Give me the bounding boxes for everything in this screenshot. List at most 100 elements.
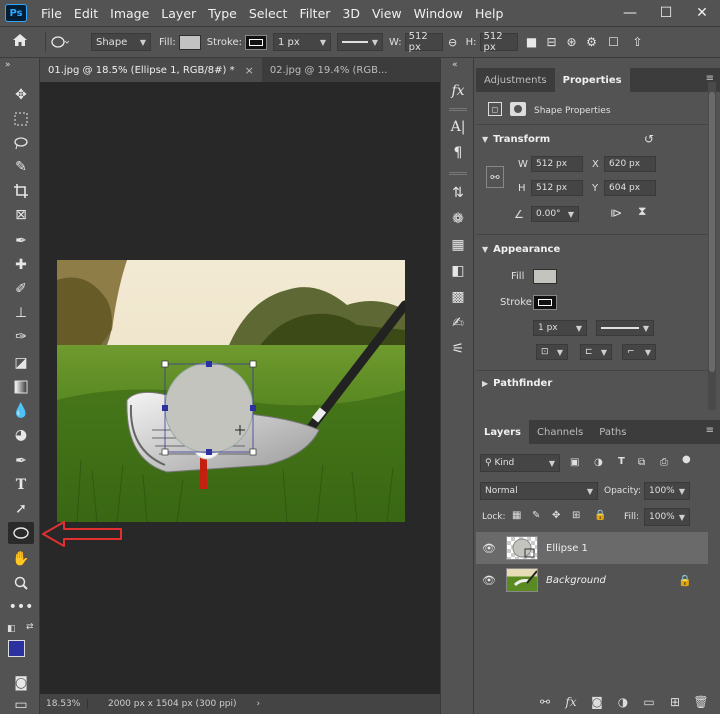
lock-transparent-icon[interactable]: ▦ [512,510,521,521]
zoom-tool-icon[interactable] [8,572,34,594]
flip-horizontal-icon[interactable]: ⧐ [610,206,622,220]
swap-colors-icon[interactable]: ⇄ [26,622,34,632]
appearance-stroke-width-dropdown[interactable]: 1 px ▼ [533,320,587,336]
quick-selection-tool-icon[interactable]: ✎ [8,156,34,178]
menu-view[interactable]: View [366,6,408,21]
lock-artboard-icon[interactable]: ⊞ [572,510,580,521]
screen-mode-icon[interactable]: ▭ [8,694,34,714]
add-mask-icon[interactable]: ◙ [584,695,610,709]
eyedropper-tool-icon[interactable]: ✒ [8,230,34,252]
crop-tool-icon[interactable] [8,180,34,202]
maximize-button[interactable]: ☐ [648,5,684,21]
healing-brush-tool-icon[interactable]: ✚ [8,254,34,276]
properties-scrollbar[interactable] [708,82,716,410]
menu-type[interactable]: Type [202,6,243,21]
tab-document-1[interactable]: 01.jpg @ 18.5% (Ellipse 1, RGB/8#) * × [40,58,262,82]
transform-y-field[interactable]: 604 px [604,180,656,196]
document-image[interactable] [57,260,405,522]
gradients-icon[interactable]: ◧ [446,260,470,282]
fx-icon[interactable]: fx [446,80,470,102]
transform-w-field[interactable]: 512 px [531,156,583,172]
brush-settings-icon[interactable]: ⚟ [446,338,470,360]
zoom-level[interactable]: 18.53% [40,699,88,709]
menu-filter[interactable]: Filter [293,6,336,21]
tab-properties[interactable]: Properties [554,68,630,92]
scroll-thumb[interactable] [709,92,715,372]
path-alignment-icon[interactable]: ⊟ [542,35,562,49]
menu-file[interactable]: File [35,6,68,21]
type-tool-icon[interactable]: T [8,474,34,496]
new-group-icon[interactable]: ▭ [636,695,662,709]
panel-expand-icon[interactable]: « [452,60,458,70]
angle-dropdown[interactable]: 0.00° ▼ [531,206,579,222]
move-tool-icon[interactable]: ✥ [8,84,34,106]
delete-layer-icon[interactable]: 🗑 [688,695,714,709]
dodge-tool-icon[interactable]: ◕ [8,424,34,446]
patterns-icon[interactable]: ▩ [446,286,470,308]
path-operations-icon[interactable]: ■ [522,35,542,49]
filter-pixel-icon[interactable]: ▣ [570,457,579,468]
adjustment-layer-icon[interactable]: ◑ [610,695,636,709]
filter-adjustment-icon[interactable]: ◑ [594,457,603,468]
mask-properties-icon[interactable] [510,102,526,116]
default-colors-icon[interactable]: ◧ [7,624,16,634]
height-field[interactable]: 512 px [479,31,518,53]
brushes-icon[interactable]: ✍ [446,312,470,334]
fill-opacity-field[interactable]: 100% ▼ [644,508,690,526]
appearance-fill-swatch[interactable] [533,269,557,284]
layer-filter-dropdown[interactable]: ⚲ Kind ▼ [480,454,560,472]
transform-x-field[interactable]: 620 px [604,156,656,172]
path-arrangement-icon[interactable]: ⊛ [562,35,582,49]
history-icon[interactable]: ⇅ [446,182,470,204]
filter-type-icon[interactable]: T [618,456,625,467]
swatches-icon[interactable]: ▦ [446,234,470,256]
pen-tool-icon[interactable]: ✒ [8,450,34,472]
layer-row[interactable]: 👁 Ellipse 1 [476,532,708,564]
fill-swatch[interactable] [178,34,201,50]
menu-layer[interactable]: Layer [155,6,202,21]
reset-transform-icon[interactable]: ↺ [644,132,654,146]
status-menu-arrow[interactable]: › [257,699,261,709]
eraser-tool-icon[interactable]: ◪ [8,352,34,374]
canvas-area[interactable] [40,82,470,694]
toolbar-collapse-icon[interactable]: » [5,60,11,70]
stroke-align-dropdown[interactable]: ⊡ ▼ [536,344,568,360]
link-icon[interactable]: ⊖ [443,36,463,49]
character-icon[interactable]: A| [446,116,470,138]
appearance-section-title[interactable]: ▼ Appearance [482,244,560,255]
menu-3d[interactable]: 3D [336,6,366,21]
menu-help[interactable]: Help [469,6,510,21]
minimize-button[interactable]: — [612,5,648,21]
hand-tool-icon[interactable]: ✋ [8,548,34,570]
tab-adjustments[interactable]: Adjustments [476,68,555,92]
opacity-field[interactable]: 100% ▼ [644,482,690,500]
appearance-stroke-type-dropdown[interactable]: ▼ [596,320,654,336]
home-icon[interactable] [0,33,40,51]
tab-close-icon[interactable]: × [245,64,254,77]
stroke-caps-dropdown[interactable]: ⊏ ▼ [580,344,612,360]
lock-position-icon[interactable]: ✥ [552,510,560,521]
history-brush-tool-icon[interactable]: ✑ [8,326,34,348]
eye-icon[interactable]: 👁 [476,574,502,587]
paragraph-icon[interactable]: ¶ [446,142,470,164]
panel-menu-icon[interactable]: ≡ [706,425,714,436]
stroke-swatch[interactable] [244,34,267,50]
tab-paths[interactable]: Paths [591,420,634,444]
transform-section-title[interactable]: ▼ Transform [482,134,550,145]
filter-shape-icon[interactable]: ⧉ [638,457,645,468]
gradient-tool-icon[interactable] [8,376,34,398]
width-field[interactable]: 512 px [404,31,443,53]
appearance-stroke-swatch[interactable] [533,295,557,310]
lock-pixels-icon[interactable]: ✎ [532,510,540,521]
ellipse-tool-preset-icon[interactable] [51,35,87,49]
new-layer-icon[interactable]: ⊞ [662,695,688,709]
frame-tool-icon[interactable]: ⊠ [8,204,34,226]
color-palette-icon[interactable]: ❁ [446,208,470,230]
blend-mode-dropdown[interactable]: Normal ▼ [480,482,598,500]
transform-h-field[interactable]: 512 px [531,180,583,196]
close-window-button[interactable]: ✕ [684,5,720,21]
tab-document-2[interactable]: 02.jpg @ 19.4% (RGB... [262,58,396,82]
menu-window[interactable]: Window [408,6,469,21]
foreground-color-swatch[interactable] [8,640,25,657]
more-tools-icon[interactable]: ••• [8,596,34,618]
